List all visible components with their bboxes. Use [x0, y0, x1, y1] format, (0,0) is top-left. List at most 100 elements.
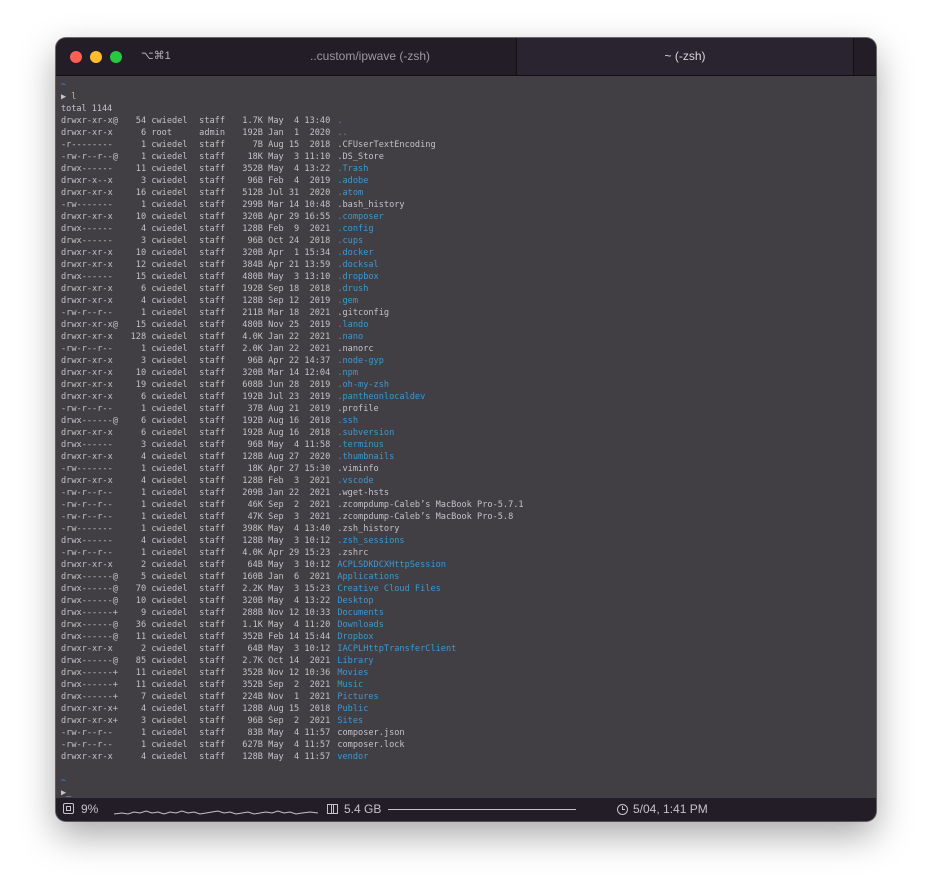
link-count: 11	[135, 632, 147, 642]
owner: cwiedel	[151, 572, 188, 582]
size: 480B	[242, 320, 263, 330]
modified-date: Sep 18 2018	[268, 284, 331, 294]
minimize-window-button[interactable]	[90, 51, 102, 63]
file-name: composer.json	[337, 728, 405, 738]
permissions: drwxr-xr-x	[61, 752, 113, 762]
size: 627B	[242, 740, 263, 750]
link-count: 10	[135, 368, 147, 378]
listing-row: drwx------ 11 cwiedel staff 352B May 4 1…	[61, 163, 524, 175]
group: staff	[199, 308, 226, 318]
prompt-directory-2: ~	[61, 776, 67, 786]
modified-date: Sep 2 2021	[268, 680, 331, 690]
group: staff	[199, 368, 226, 378]
close-window-button[interactable]	[70, 51, 82, 63]
group: staff	[199, 248, 226, 258]
file-name: Applications	[337, 572, 400, 582]
size: 47K	[247, 512, 263, 522]
size: 96B	[247, 716, 263, 726]
link-count: 11	[135, 164, 147, 174]
listing-row: drwxr-xr-x+ 4 cwiedel staff 128B Aug 15 …	[61, 703, 524, 715]
size: 512B	[242, 188, 263, 198]
owner: cwiedel	[151, 632, 188, 642]
file-name: .docker	[337, 248, 374, 258]
group: staff	[199, 188, 226, 198]
modified-date: Jan 22 2021	[268, 332, 331, 342]
tab-ipwave[interactable]: ..custom/ipwave (-zsh)	[224, 38, 516, 75]
group: staff	[199, 416, 226, 426]
link-count: 6	[140, 392, 147, 402]
owner: cwiedel	[151, 644, 188, 654]
modified-date: May 4 13:22	[268, 596, 331, 606]
group: staff	[199, 296, 226, 306]
permissions: drwxr-xr-x	[61, 356, 113, 366]
permissions: -rw-r--r--	[61, 344, 113, 354]
listing-row: -rw------- 1 cwiedel staff 398K May 4 13…	[61, 523, 524, 535]
owner: cwiedel	[151, 404, 188, 414]
permissions: -rw-------	[61, 524, 113, 534]
listing-row: drwxr-xr-x 6 root admin 192B Jan 1 2020 …	[61, 127, 524, 139]
group: staff	[199, 536, 226, 546]
terminal-content[interactable]: ~ ▶ l total 1144 drwxr-xr-x@ 54 cwiedel …	[56, 76, 876, 798]
permissions: drwxr-xr-x+	[61, 716, 118, 726]
group: staff	[199, 584, 226, 594]
link-count: 15	[135, 320, 147, 330]
owner: cwiedel	[151, 548, 188, 558]
size: 64B	[247, 644, 263, 654]
permissions: drwxr-xr-x	[61, 428, 113, 438]
cpu-chip-icon	[63, 803, 74, 814]
file-name: .oh-my-zsh	[337, 380, 390, 390]
listing-row: drwxr-xr-x 10 cwiedel staff 320B Apr 29 …	[61, 211, 524, 223]
listing-row: drwx------ 4 cwiedel staff 128B May 3 10…	[61, 535, 524, 547]
permissions: drwx------@	[61, 584, 118, 594]
listing-row: drwxr-xr-x 2 cwiedel staff 64B May 3 10:…	[61, 559, 524, 571]
modified-date: May 3 10:12	[268, 644, 331, 654]
permissions: drwx------@	[61, 572, 118, 582]
link-count: 6	[140, 428, 147, 438]
owner: cwiedel	[151, 728, 188, 738]
owner: cwiedel	[151, 524, 188, 534]
modified-date: Feb 4 2019	[268, 176, 331, 186]
owner: cwiedel	[151, 344, 188, 354]
link-count: 3	[140, 236, 147, 246]
modified-date: Feb 14 15:44	[268, 632, 331, 642]
group: staff	[199, 752, 226, 762]
file-name: .dropbox	[337, 272, 379, 282]
listing-row: drwxr-xr-x+ 3 cwiedel staff 96B Sep 2 20…	[61, 715, 524, 727]
file-name: Downloads	[337, 620, 384, 630]
size: 7B	[252, 140, 263, 150]
group: staff	[199, 488, 226, 498]
tab-home-active[interactable]: ~ (-zsh)	[516, 38, 854, 75]
modified-date: Apr 27 15:30	[268, 464, 331, 474]
size: 480B	[242, 272, 263, 282]
modified-date: Sep 3 2021	[268, 512, 331, 522]
modified-date: Apr 29 15:23	[268, 548, 331, 558]
permissions: drwx------+	[61, 692, 118, 702]
file-name: .terminus	[337, 440, 384, 450]
file-name: .zsh_sessions	[337, 536, 405, 546]
memory-bar	[388, 809, 576, 810]
size: 211B	[242, 308, 263, 318]
command-line: ▶ l	[61, 91, 76, 103]
modified-date: Oct 14 2021	[268, 656, 331, 666]
permissions: drwx------+	[61, 668, 118, 678]
file-name: Movies	[337, 668, 369, 678]
file-name: .profile	[337, 404, 379, 414]
permissions: drwx------	[61, 164, 113, 174]
listing-row: drwx------@ 5 cwiedel staff 160B Jan 6 2…	[61, 571, 524, 583]
maximize-window-button[interactable]	[110, 51, 122, 63]
group: staff	[199, 476, 226, 486]
owner: cwiedel	[151, 668, 188, 678]
link-count: 1	[140, 200, 147, 210]
permissions: drwx------	[61, 272, 113, 282]
permissions: drwxr-xr-x	[61, 188, 113, 198]
link-count: 1	[140, 524, 147, 534]
listing-row: -rw------- 1 cwiedel staff 299B Mar 14 1…	[61, 199, 524, 211]
size: 4.0K	[242, 548, 263, 558]
modified-date: May 4 13:40	[268, 116, 331, 126]
modified-date: Aug 16 2018	[268, 428, 331, 438]
owner: cwiedel	[151, 560, 188, 570]
prompt-arrow-icon: ▶	[61, 92, 67, 102]
link-count: 2	[140, 644, 147, 654]
permissions: drwxr-xr-x	[61, 452, 113, 462]
size: 352B	[242, 164, 263, 174]
